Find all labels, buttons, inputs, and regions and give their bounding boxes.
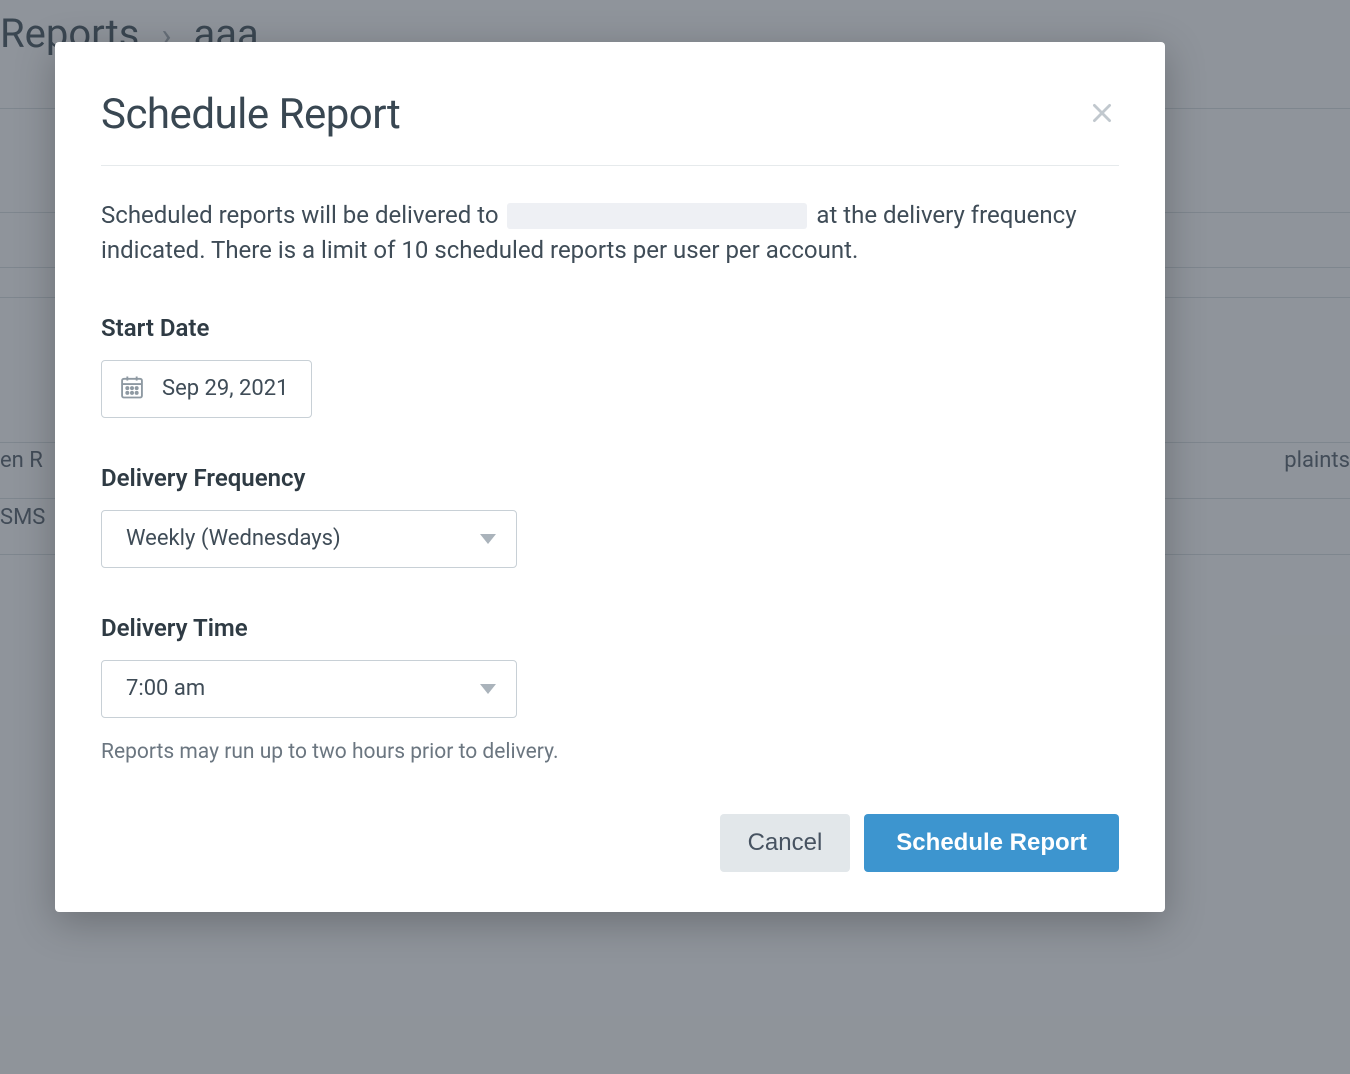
chevron-down-icon [480,529,496,548]
delivery-frequency-label: Delivery Frequency [101,464,1119,492]
chevron-down-icon [480,679,496,698]
start-date-input[interactable]: Sep 29, 2021 [101,360,312,418]
delivery-time-value: 7:00 am [126,676,205,701]
modal-footer: Cancel Schedule Report [720,814,1119,872]
schedule-report-modal: Schedule Report Scheduled reports will b… [55,42,1165,912]
delivery-frequency-group: Delivery Frequency Weekly (Wednesdays) [101,464,1119,568]
calendar-icon [118,373,146,405]
modal-description: Scheduled reports will be delivered to a… [101,198,1119,268]
desc-pre: Scheduled reports will be delivered to [101,201,504,229]
delivery-time-helper: Reports may run up to two hours prior to… [101,740,1119,764]
delivery-time-group: Delivery Time 7:00 am Reports may run up… [101,614,1119,764]
start-date-label: Start Date [101,314,1119,342]
modal-title: Schedule Report [101,90,400,139]
start-date-group: Start Date Sep 29, 2021 [101,314,1119,418]
redacted-email [507,203,807,229]
start-date-value: Sep 29, 2021 [162,376,289,401]
delivery-time-select[interactable]: 7:00 am [101,660,517,718]
schedule-report-button[interactable]: Schedule Report [864,814,1119,872]
delivery-frequency-select[interactable]: Weekly (Wednesdays) [101,510,517,568]
close-icon[interactable] [1085,96,1119,130]
cancel-button[interactable]: Cancel [720,814,851,872]
delivery-frequency-value: Weekly (Wednesdays) [126,526,341,551]
delivery-time-label: Delivery Time [101,614,1119,642]
